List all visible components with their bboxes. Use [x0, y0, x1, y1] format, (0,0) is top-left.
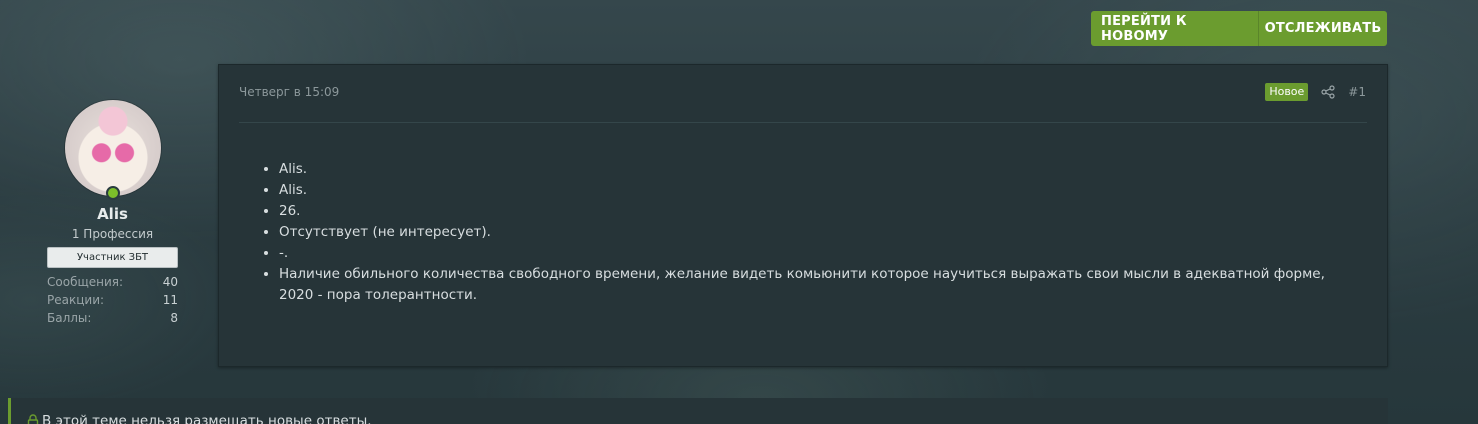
- new-badge: Новое: [1265, 83, 1309, 101]
- thread-actions: ПЕРЕЙТИ К НОВОМУ ОТСЛЕЖИВАТЬ: [1091, 11, 1387, 46]
- list-item: -.: [279, 243, 1347, 264]
- list-item: Alis.: [279, 180, 1347, 201]
- list-item: Наличие обильного количества свободного …: [279, 264, 1347, 306]
- avatar-container: [65, 100, 161, 200]
- user-info: Alis 1 Профессия Участник ЗБТ Сообщения:…: [47, 100, 178, 327]
- notice-content: В этой теме нельзя размещать новые ответ…: [27, 413, 372, 424]
- share-icon[interactable]: [1321, 85, 1335, 99]
- stat-points: Баллы: 8: [47, 309, 178, 327]
- stat-value[interactable]: 8: [170, 309, 178, 327]
- avatar[interactable]: [65, 100, 161, 196]
- post-date[interactable]: Четверг в 15:09: [239, 85, 339, 99]
- watch-button[interactable]: ОТСЛЕЖИВАТЬ: [1258, 11, 1387, 46]
- user-stats: Сообщения: 40 Реакции: 11 Баллы: 8: [47, 273, 178, 327]
- message-body: Alis. Alis. 26. Отсутствует (не интересу…: [259, 159, 1347, 306]
- stat-value: 11: [162, 293, 178, 307]
- stat-reactions: Реакции: 11: [47, 291, 178, 309]
- message-attribution: Новое #1: [1265, 83, 1367, 101]
- stat-label: Реакции:: [47, 293, 105, 307]
- message-header: Четверг в 15:09 Новое #1: [239, 65, 1367, 123]
- stat-label: Сообщения:: [47, 275, 124, 289]
- post-number-link[interactable]: #1: [1348, 85, 1366, 99]
- list-item: 26.: [279, 201, 1347, 222]
- lock-icon: [27, 414, 39, 424]
- list-item: Alis.: [279, 159, 1347, 180]
- list-item: Отсутствует (не интересует).: [279, 222, 1347, 243]
- user-banner: Участник ЗБТ: [47, 247, 178, 268]
- answer-list: Alis. Alis. 26. Отсутствует (не интересу…: [259, 159, 1347, 306]
- stat-value[interactable]: 40: [163, 273, 178, 291]
- message-card: Четверг в 15:09 Новое #1 Alis. Alis. 26.…: [218, 64, 1388, 367]
- closed-thread-notice: В этой теме нельзя размещать новые ответ…: [8, 398, 1388, 424]
- stat-label: Баллы:: [47, 311, 92, 325]
- online-status-icon: [106, 186, 120, 200]
- username[interactable]: Alis: [47, 205, 178, 223]
- go-to-new-button[interactable]: ПЕРЕЙТИ К НОВОМУ: [1091, 11, 1258, 46]
- notice-text: В этой теме нельзя размещать новые ответ…: [42, 413, 372, 424]
- stat-messages: Сообщения: 40: [47, 273, 178, 291]
- user-title: 1 Профессия: [71, 227, 154, 241]
